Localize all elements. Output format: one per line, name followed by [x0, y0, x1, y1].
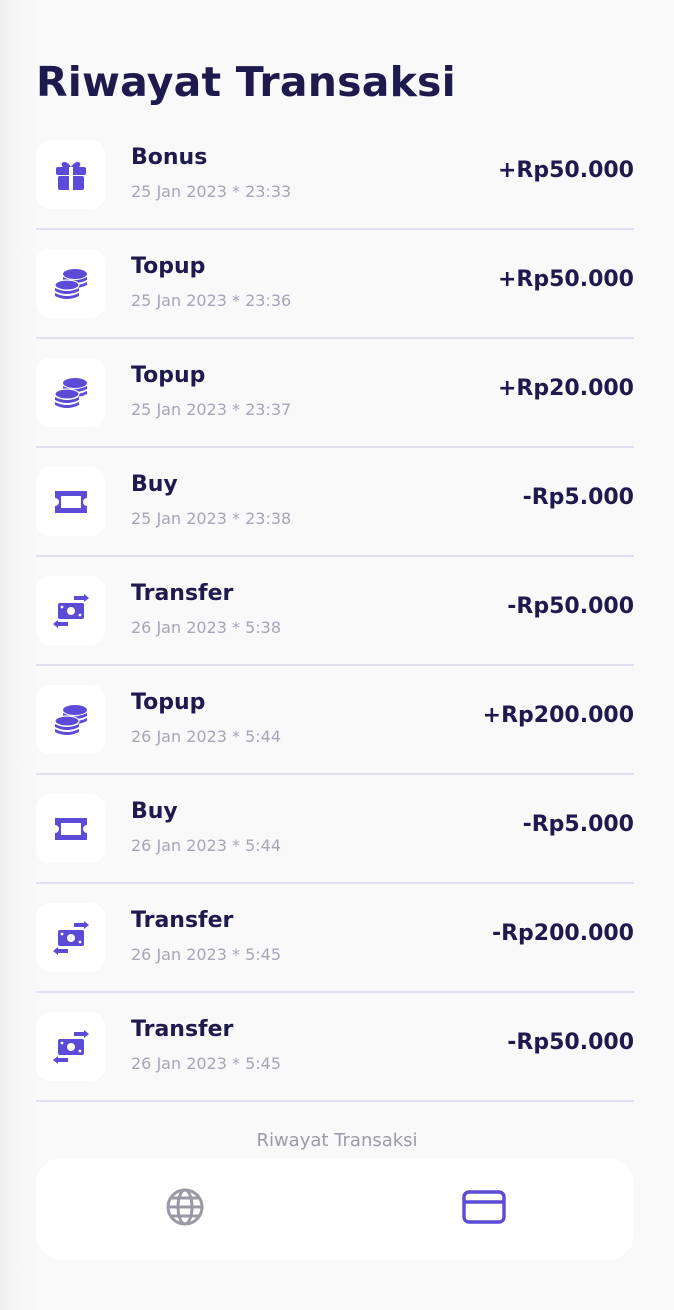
transaction-row[interactable]: Bonus 25 Jan 2023 * 23:33 +Rp50.000 [36, 121, 634, 230]
globe-icon [165, 1187, 205, 1231]
transaction-icon-box [36, 1012, 105, 1081]
transaction-icon-box [36, 903, 105, 972]
transaction-amount: +Rp50.000 [497, 158, 634, 183]
transaction-amount: -Rp5.000 [522, 485, 634, 510]
coins-icon [52, 265, 90, 303]
transaction-date: 25 Jan 2023 * 23:33 [131, 182, 292, 201]
transaction-date: 26 Jan 2023 * 5:45 [131, 1054, 282, 1073]
transaction-row[interactable]: Topup 25 Jan 2023 * 23:37 +Rp20.000 [36, 339, 634, 448]
transaction-icon-box [36, 140, 105, 209]
transaction-row[interactable]: Buy 25 Jan 2023 * 23:38 -Rp5.000 [36, 448, 634, 557]
transaction-name: Buy [131, 472, 178, 497]
transaction-amount: -Rp50.000 [507, 1030, 634, 1055]
nav-transactions-button[interactable] [462, 1187, 506, 1231]
transaction-name: Transfer [131, 581, 234, 606]
transaction-icon-box [36, 576, 105, 645]
transaction-name: Topup [131, 690, 206, 715]
transaction-name: Transfer [131, 908, 234, 933]
transaction-history-screen: Riwayat Transaksi Bonus 25 Jan 2023 * 23:… [0, 0, 674, 1310]
transaction-amount: +Rp50.000 [497, 267, 634, 292]
transaction-amount: -Rp200.000 [491, 921, 634, 946]
transaction-date: 26 Jan 2023 * 5:45 [131, 945, 282, 964]
transaction-icon-box [36, 358, 105, 427]
transaction-amount: -Rp5.000 [522, 812, 634, 837]
page-title: Riwayat Transaksi [36, 58, 456, 106]
transaction-name: Transfer [131, 1017, 234, 1042]
transaction-amount: +Rp200.000 [482, 703, 634, 728]
transaction-date: 25 Jan 2023 * 23:36 [131, 291, 292, 310]
transaction-row[interactable]: Topup 25 Jan 2023 * 23:36 +Rp50.000 [36, 230, 634, 339]
gift-icon [53, 157, 89, 193]
transaction-row[interactable]: Topup 26 Jan 2023 * 5:44 +Rp200.000 [36, 666, 634, 775]
transaction-icon-box [36, 794, 105, 863]
transaction-date: 25 Jan 2023 * 23:37 [131, 400, 292, 419]
transaction-date: 25 Jan 2023 * 23:38 [131, 509, 292, 528]
coins-icon [52, 701, 90, 739]
transaction-row[interactable]: Transfer 26 Jan 2023 * 5:45 -Rp200.000 [36, 884, 634, 993]
bottom-nav [36, 1158, 634, 1260]
transaction-icon-box [36, 249, 105, 318]
money-transfer-icon [52, 1029, 90, 1064]
transaction-row[interactable]: Transfer 26 Jan 2023 * 5:38 -Rp50.000 [36, 557, 634, 666]
nav-explore-button[interactable] [163, 1187, 207, 1231]
transaction-name: Topup [131, 254, 206, 279]
transaction-date: 26 Jan 2023 * 5:44 [131, 836, 282, 855]
transaction-name: Buy [131, 799, 178, 824]
money-transfer-icon [52, 593, 90, 628]
transaction-date: 26 Jan 2023 * 5:38 [131, 618, 282, 637]
active-nav-label: Riwayat Transaksi [256, 1130, 418, 1151]
credit-card-icon [462, 1190, 506, 1228]
ticket-icon [52, 488, 90, 516]
money-transfer-icon [52, 920, 90, 955]
transaction-row[interactable]: Transfer 26 Jan 2023 * 5:45 -Rp50.000 [36, 993, 634, 1102]
transaction-name: Topup [131, 363, 206, 388]
transaction-name: Bonus [131, 145, 208, 170]
ticket-icon [52, 815, 90, 843]
transaction-amount: +Rp20.000 [497, 376, 634, 401]
coins-icon [52, 374, 90, 412]
transaction-row[interactable]: Buy 26 Jan 2023 * 5:44 -Rp5.000 [36, 775, 634, 884]
transaction-icon-box [36, 467, 105, 536]
transaction-amount: -Rp50.000 [507, 594, 634, 619]
transaction-date: 26 Jan 2023 * 5:44 [131, 727, 282, 746]
transaction-icon-box [36, 685, 105, 754]
transaction-list: Bonus 25 Jan 2023 * 23:33 +Rp50.000 Topup 25… [36, 121, 634, 1102]
